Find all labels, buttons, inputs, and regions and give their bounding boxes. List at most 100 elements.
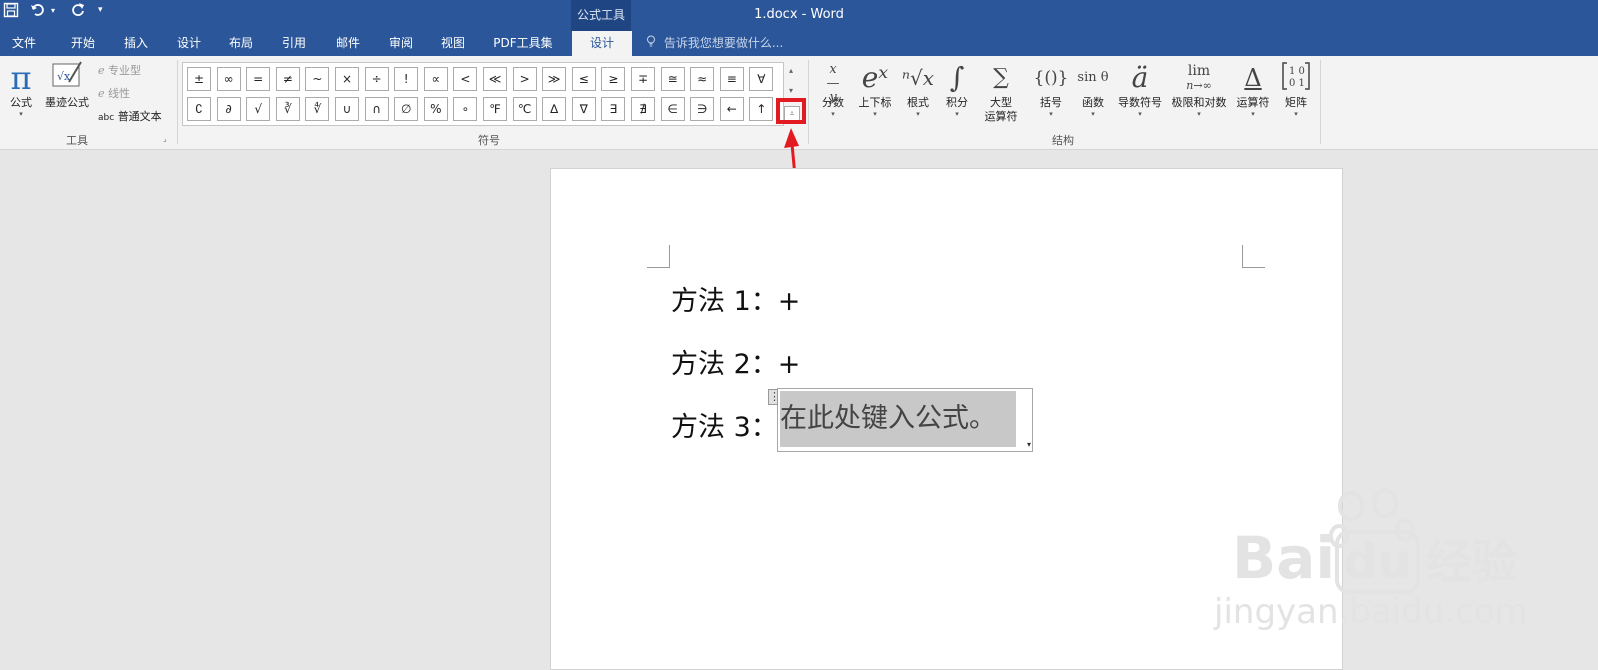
tab-file[interactable]: 文件 <box>0 31 48 56</box>
bracket-button[interactable]: {()} 括号 ▾ <box>1030 60 1072 118</box>
symbol-button[interactable]: ∈ <box>660 97 685 121</box>
symbol-button[interactable]: ∓ <box>631 67 655 91</box>
symbol-button[interactable]: ∃ <box>601 97 626 121</box>
accent-button[interactable]: ä 导数符号 ▾ <box>1114 60 1166 118</box>
symbol-button[interactable]: = <box>246 67 271 91</box>
operator-button[interactable]: Δ 运算符 ▾ <box>1232 60 1274 118</box>
symbol-button[interactable]: ℉ <box>483 97 507 121</box>
bracket-icon: {()} <box>1033 68 1069 88</box>
ribbon-tab-bar: 文件 开始 插入 设计 布局 引用 邮件 审阅 视图 PDF工具集 设计 告诉我… <box>0 31 1598 56</box>
symbols-group-label: 符号 <box>478 134 500 147</box>
equation-placeholder[interactable]: 在此处键入公式。 <box>780 391 1016 447</box>
gallery-scroll-down-icon[interactable]: ▾ <box>784 86 798 95</box>
symbol-button[interactable]: × <box>335 67 359 91</box>
tab-home[interactable]: 开始 <box>58 31 108 56</box>
symbol-button[interactable]: ≪ <box>483 67 507 91</box>
symbol-button[interactable]: ∅ <box>394 97 419 121</box>
professional-button[interactable]: e 专业型 <box>98 62 141 78</box>
equation-handle-icon[interactable]: ⋮ <box>768 389 780 405</box>
normal-text-button[interactable]: abc 普通文本 <box>98 108 162 124</box>
fraction-button[interactable]: x — y 分数 ▾ <box>816 60 850 119</box>
symbol-button[interactable]: ∇ <box>571 97 596 121</box>
linear-icon: e <box>98 87 105 100</box>
symbol-button[interactable]: ∁ <box>187 97 211 121</box>
symbol-button[interactable]: ∘ <box>453 97 478 121</box>
equation-options-dropdown-icon[interactable]: ▾ <box>1027 440 1031 449</box>
symbol-button[interactable]: ∪ <box>335 97 359 121</box>
matrix-button[interactable]: 1 00 1 矩阵 ▾ <box>1278 60 1314 118</box>
redo-icon[interactable] <box>70 2 86 22</box>
undo-dropdown-icon[interactable]: ▾ <box>51 6 55 15</box>
window-title: 1.docx - Word <box>754 7 844 22</box>
radical-icon: ⁿ√x <box>901 66 935 90</box>
symbol-button[interactable]: < <box>453 67 478 91</box>
margin-corner-mark <box>647 245 670 268</box>
symbol-button[interactable]: ∂ <box>216 97 241 121</box>
symbol-button[interactable]: ∄ <box>631 97 655 121</box>
symbol-button[interactable]: > <box>512 67 537 91</box>
integral-button[interactable]: ∫ 积分 ▾ <box>940 60 974 118</box>
symbol-button[interactable]: ≫ <box>542 67 567 91</box>
tab-view[interactable]: 视图 <box>428 31 478 56</box>
symbol-gallery: ± ∞ = ≠ ~ × ÷! ∝ < ≪ > ≫ ≤ ≥ ∓ ≅ ≈ ≡ ∀ ∁ ∂ √ ∛ ∜ ∪ ∩ ∅% ∘ ℉ ℃ ∆ ∇ ∃ ∄ ∈ ∋ ← ↑ <box>182 62 784 126</box>
symbol-button[interactable]: ≈ <box>690 67 715 91</box>
tab-equation-design[interactable]: 设计 <box>572 31 632 56</box>
symbol-button[interactable]: ∝ <box>423 67 448 91</box>
symbol-button[interactable]: ∜ <box>305 97 330 121</box>
save-icon[interactable] <box>3 2 19 22</box>
chevron-down-icon: ▾ <box>1091 110 1095 118</box>
symbol-button[interactable]: ∞ <box>216 67 241 91</box>
script-button[interactable]: eˣ 上下标 ▾ <box>854 60 896 118</box>
symbol-button[interactable]: ∀ <box>749 67 774 91</box>
tab-references[interactable]: 引用 <box>269 31 319 56</box>
symbol-button[interactable]: ≤ <box>571 67 596 91</box>
ink-equation-button[interactable]: √x 墨迹公式 <box>42 60 92 110</box>
symbol-button[interactable]: ∛ <box>275 97 300 121</box>
tab-mailings[interactable]: 邮件 <box>323 31 373 56</box>
chevron-down-icon: ▾ <box>1294 110 1298 118</box>
symbol-button[interactable]: ≡ <box>719 67 744 91</box>
symbol-button[interactable]: ! <box>394 67 419 91</box>
customize-qat-icon[interactable]: ▾ <box>98 5 103 15</box>
symbol-button[interactable]: ± <box>187 67 211 91</box>
symbol-button[interactable]: ∆ <box>542 97 567 121</box>
large-operator-button[interactable]: ∑ 大型 运算符 <box>978 60 1024 124</box>
symbol-button[interactable]: ← <box>719 97 744 121</box>
equation-box[interactable]: ⋮ 在此处键入公式。 ▾ <box>768 388 1033 452</box>
tell-me-box[interactable]: 告诉我您想要做什么... <box>646 31 783 56</box>
function-button[interactable]: sin θ 函数 ▾ <box>1074 60 1112 118</box>
radical-button[interactable]: ⁿ√x 根式 ▾ <box>900 60 936 118</box>
gallery-scroll-up-icon[interactable]: ▴ <box>784 66 798 75</box>
undo-icon[interactable] <box>30 2 46 22</box>
tab-layout[interactable]: 布局 <box>216 31 266 56</box>
equation-button[interactable]: π 公式 ▾ <box>4 60 38 118</box>
chevron-down-icon: ▾ <box>1251 110 1255 118</box>
tab-pdf-tools[interactable]: PDF工具集 <box>485 31 561 56</box>
professional-icon: e <box>98 64 105 77</box>
ink-equation-icon: √x <box>42 60 92 96</box>
chevron-down-icon: ▾ <box>955 110 959 118</box>
tab-design[interactable]: 设计 <box>164 31 214 56</box>
document-line-2: 方法 2：+ <box>671 349 801 380</box>
symbol-button[interactable]: ≠ <box>275 67 300 91</box>
tab-review[interactable]: 审阅 <box>376 31 426 56</box>
svg-text:0 1: 0 1 <box>1289 78 1305 89</box>
symbol-button[interactable]: √ <box>246 97 271 121</box>
linear-button[interactable]: e 线性 <box>98 85 130 101</box>
accent-icon: ä <box>1131 61 1149 94</box>
symbol-button[interactable]: ∩ <box>364 97 389 121</box>
symbol-button[interactable]: ∋ <box>690 97 715 121</box>
symbol-button[interactable]: % <box>423 97 448 121</box>
symbol-button[interactable]: ÷ <box>364 67 389 91</box>
symbol-button[interactable]: ℃ <box>512 97 537 121</box>
limit-log-button[interactable]: lim n→∞ 极限和对数 ▾ <box>1168 60 1230 118</box>
tab-insert[interactable]: 插入 <box>111 31 161 56</box>
symbol-button[interactable]: ≥ <box>601 67 626 91</box>
operator-icon: Δ <box>1244 64 1262 92</box>
dialog-launcher-icon[interactable]: ⌟ <box>163 134 167 143</box>
limit-icon: lim n→∞ <box>1186 63 1212 92</box>
symbol-button[interactable]: ↑ <box>749 97 774 121</box>
symbol-button[interactable]: ~ <box>305 67 330 91</box>
structures-group-label: 结构 <box>1052 134 1074 147</box>
symbol-button[interactable]: ≅ <box>660 67 685 91</box>
